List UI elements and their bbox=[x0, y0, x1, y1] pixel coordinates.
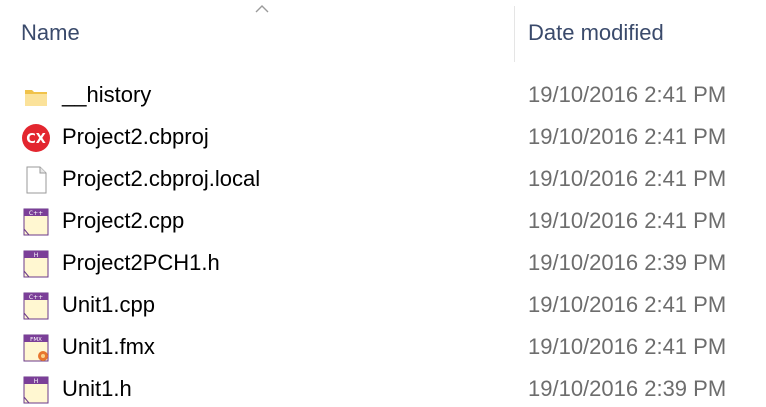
file-row[interactable]: Project2.cbproj.local 19/10/2016 2:41 PM bbox=[0, 158, 766, 200]
file-name: Project2.cbproj bbox=[62, 124, 209, 149]
file-name: Project2PCH1.h bbox=[62, 250, 220, 275]
file-row[interactable]: CX Project2.cbproj 19/10/2016 2:41 PM bbox=[0, 116, 766, 158]
cpp-file-icon: C++ bbox=[21, 291, 51, 321]
file-rows: __history 19/10/2016 2:41 PM CX Project2… bbox=[0, 74, 766, 407]
cbproj-icon: CX bbox=[21, 123, 51, 153]
file-name: Project2.cbproj.local bbox=[62, 166, 261, 191]
file-row[interactable]: C++ Project2.cpp 19/10/2016 2:41 PM bbox=[0, 200, 766, 242]
folder-icon bbox=[21, 81, 51, 111]
h-file-icon: H bbox=[21, 249, 51, 279]
column-header-name[interactable]: Name bbox=[21, 20, 80, 46]
file-date: 19/10/2016 2:39 PM bbox=[528, 250, 727, 275]
svg-text:H: H bbox=[34, 252, 39, 259]
file-name: __history bbox=[62, 82, 152, 107]
svg-text:H: H bbox=[34, 378, 39, 385]
file-row[interactable]: __history 19/10/2016 2:41 PM bbox=[0, 74, 766, 116]
fmx-file-icon: FMX bbox=[21, 333, 51, 363]
svg-text:C++: C++ bbox=[29, 210, 43, 217]
file-row[interactable]: C++ Unit1.cpp 19/10/2016 2:41 PM bbox=[0, 284, 766, 326]
column-header-date-modified[interactable]: Date modified bbox=[528, 20, 664, 46]
h-file-icon: H bbox=[21, 375, 51, 405]
svg-text:CX: CX bbox=[26, 132, 46, 147]
file-name: Unit1.cpp bbox=[62, 292, 155, 317]
file-name: Unit1.h bbox=[62, 376, 132, 401]
file-date: 19/10/2016 2:41 PM bbox=[528, 292, 727, 317]
file-list-view: Name Date modified __history 19/10/2016 … bbox=[0, 0, 766, 407]
column-header-bar: Name Date modified bbox=[0, 0, 766, 66]
file-name: Project2.cpp bbox=[62, 208, 185, 233]
svg-text:C++: C++ bbox=[29, 294, 43, 301]
file-date: 19/10/2016 2:39 PM bbox=[528, 376, 727, 401]
file-row[interactable]: H Project2PCH1.h 19/10/2016 2:39 PM bbox=[0, 242, 766, 284]
blank-file-icon bbox=[21, 165, 51, 195]
file-row[interactable]: H Unit1.h 19/10/2016 2:39 PM bbox=[0, 368, 766, 407]
file-name: Unit1.fmx bbox=[62, 334, 155, 359]
cpp-file-icon: C++ bbox=[21, 207, 51, 237]
file-date: 19/10/2016 2:41 PM bbox=[528, 334, 727, 359]
column-divider[interactable] bbox=[514, 6, 515, 62]
svg-text:FMX: FMX bbox=[30, 337, 42, 343]
file-date: 19/10/2016 2:41 PM bbox=[528, 82, 727, 107]
file-date: 19/10/2016 2:41 PM bbox=[528, 124, 727, 149]
file-row[interactable]: FMX Unit1.fmx 19/10/2016 2:41 PM bbox=[0, 326, 766, 368]
file-date: 19/10/2016 2:41 PM bbox=[528, 208, 727, 233]
sort-ascending-icon bbox=[255, 5, 269, 13]
file-date: 19/10/2016 2:41 PM bbox=[528, 166, 727, 191]
